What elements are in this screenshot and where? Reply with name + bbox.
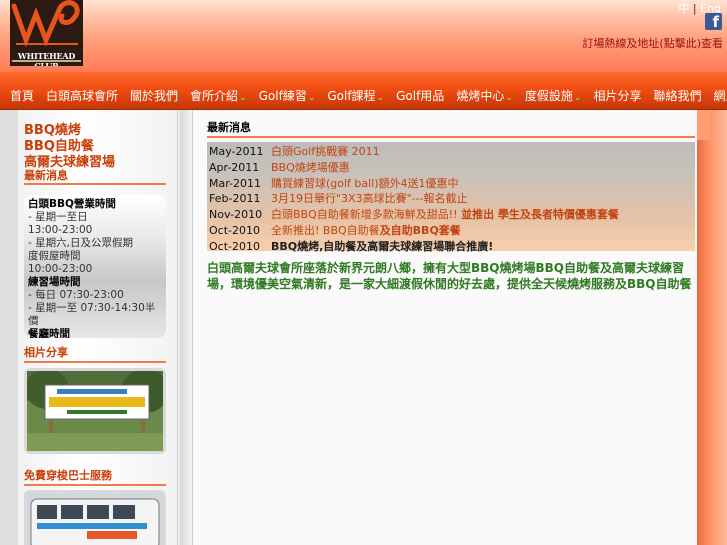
news-link[interactable]: 3月19日舉行"3X3高球比賽"---報名截止 — [271, 192, 468, 205]
club-photo[interactable] — [24, 368, 169, 454]
news-link[interactable]: 白頭Golf挑戰賽 2011 — [271, 145, 380, 158]
news-link[interactable]: BBQ燒烤,自助餐及高爾夫球練習場聯合推廣! — [271, 240, 493, 253]
nav-item-label: 聯絡我們 — [653, 89, 702, 103]
news-date: Apr-2011 — [209, 160, 260, 174]
intro-text: 白頭高爾夫球會所座落於新界元朗八鄉，擁有大型BBQ燒烤場BBQ自助餐及高爾夫球練… — [207, 261, 692, 291]
hours-subheading: 練習場時間 — [28, 276, 81, 288]
hours-line: - 星期一至日 — [28, 211, 88, 223]
divider — [24, 183, 166, 185]
main-content: 最新消息 May-2011 白頭Golf挑戰賽 2011 Apr-2011 BBQ燒烤… — [192, 110, 697, 545]
nav-item[interactable]: 白頭高球會所 — [46, 87, 118, 104]
header: WHITEHEAD CLUB 中 | Eng f 訂場熱線及地址(點擊此)查看 — [0, 0, 727, 72]
nav-item[interactable]: 關於我們 — [130, 87, 178, 104]
page-title: 最新消息 — [207, 121, 251, 134]
shuttle-bus-image — [27, 493, 163, 545]
news-list: May-2011 白頭Golf挑戰賽 2011 Apr-2011 BBQ燒烤場優惠 Ma… — [207, 142, 695, 253]
nav-item[interactable]: 網上預約 — [713, 87, 727, 104]
news-row[interactable]: Oct-2010 全新推出! BBQ自助餐及自助BBQ套餐 — [209, 223, 461, 239]
news-link[interactable]: 全新推出! BBQ自助餐 — [271, 224, 380, 237]
hours-line: 度假屋時間 — [28, 250, 81, 262]
shuttle-bus-heading[interactable]: 免費穿梭巴士服務 — [24, 467, 112, 483]
left-border — [0, 110, 18, 545]
main-nav: 首頁 白頭高球會所 關於我們 會所介紹⌄ Golf練習⌄ Golf課程⌄ Golf用品 燒烤中… — [0, 72, 727, 110]
nav-item[interactable]: 燒烤中心⌄ — [456, 87, 513, 104]
hours-line: - 每日 07:30-23:00 — [28, 289, 124, 301]
hotline-address-link[interactable]: 訂場熱線及地址(點擊此)查看 — [582, 35, 723, 51]
news-row[interactable]: Feb-2011 3月19日舉行"3X3高球比賽"---報名截止 — [209, 191, 468, 207]
nav-item[interactable]: 相片分享 — [593, 87, 641, 104]
news-link[interactable]: 購買練習球(golf ball)額外4送1優惠中 — [271, 177, 459, 190]
sidebar-news-heading: 最新消息 — [24, 169, 68, 182]
chevron-down-icon: ⌄ — [573, 93, 582, 103]
news-link-extra[interactable]: 並推出 學生及長者特價優惠套餐 — [461, 208, 619, 221]
logo-underline — [12, 60, 81, 62]
divider — [24, 361, 166, 363]
hours-line: - 星期一至 07:30-14:30半價 — [28, 302, 156, 327]
divider — [24, 484, 166, 486]
hours-line: - 星期六,日及公眾假期 — [28, 237, 133, 249]
news-date: Feb-2011 — [209, 192, 261, 206]
hours-lines: - 星期一至日 13:00-23:00- 星期六,日及公眾假期 度假屋時間 10:00… — [28, 211, 162, 338]
nav-item-label: 白頭高球會所 — [46, 89, 119, 103]
news-date: Oct-2010 — [209, 224, 260, 237]
logo-swoosh-icon — [11, 0, 80, 48]
nav-item-label: 相片分享 — [593, 89, 642, 103]
nav-item-label: 燒烤中心 — [456, 89, 505, 103]
nav-item-label: 會所介紹 — [190, 89, 239, 103]
hours-line: 13:00-23:00 — [28, 224, 93, 236]
nav-item[interactable]: 會所介紹⌄ — [190, 87, 247, 104]
nav-item-label: Golf課程 — [327, 89, 376, 103]
news-date: May-2011 — [209, 145, 264, 158]
facebook-icon[interactable]: f — [705, 13, 722, 31]
chevron-down-icon: ⌄ — [307, 93, 316, 103]
opening-hours-box: 白頭BBQ營業時間 - 星期一至日 13:00-23:00- 星期六,日及公眾假期… — [24, 195, 166, 338]
news-date: Nov-2010 — [209, 208, 263, 222]
nav-item-label: 首頁 — [10, 89, 35, 103]
nav-list: 首頁 白頭高球會所 關於我們 會所介紹⌄ Golf練習⌄ Golf課程⌄ Golf用品 燒烤中… — [10, 87, 727, 104]
nav-item-label: 關於我們 — [130, 89, 179, 103]
chevron-down-icon: ⌄ — [239, 93, 247, 103]
content-shadow — [180, 110, 192, 545]
right-border — [697, 110, 727, 545]
hours-line: 10:00-23:00 — [28, 263, 93, 275]
nav-item[interactable]: Golf練習⌄ — [259, 87, 316, 104]
nav-item[interactable]: Golf用品 — [396, 87, 444, 104]
news-date: Mar-2011 — [209, 176, 262, 190]
club-entrance-image — [25, 369, 169, 451]
lang-separator: | — [692, 2, 697, 15]
nav-item-label: Golf用品 — [396, 89, 445, 103]
news-link[interactable]: 白頭BBQ自助餐新增多款海鮮及甜品!! — [271, 208, 461, 221]
news-row[interactable]: Oct-2010 BBQ燒烤,自助餐及高爾夫球練習場聯合推廣! — [209, 239, 493, 255]
right-border-accent — [697, 110, 711, 140]
photo-share-heading[interactable]: 相片分享 — [24, 344, 68, 360]
chevron-down-icon: ⌄ — [505, 93, 513, 103]
nav-item[interactable]: 聯絡我們 — [653, 87, 701, 104]
news-row[interactable]: Apr-2011 BBQ燒烤場優惠 — [209, 160, 350, 176]
whitehead-club-logo[interactable]: WHITEHEAD CLUB — [10, 0, 83, 66]
news-row[interactable]: May-2011 白頭Golf挑戰賽 2011 — [209, 144, 380, 160]
hours-subheading: 餐廳時間 — [28, 328, 70, 338]
news-link-extra[interactable]: 及自助BBQ套餐 — [380, 224, 461, 237]
sidebar: BBQ燒烤 BBQ自助餐 高爾夫球練習場 最新消息 白頭BBQ營業時間 - 星期… — [18, 110, 178, 545]
news-row[interactable]: Nov-2010 白頭BBQ自助餐新增多款海鮮及甜品!! 並推出 學生及長者特價優… — [209, 207, 619, 223]
nav-item[interactable]: Golf課程⌄ — [327, 87, 384, 104]
nav-item-label: 度假設施 — [524, 89, 573, 103]
nav-item-label: Golf練習 — [258, 89, 307, 103]
nav-item-label: 網上預約 — [713, 89, 727, 103]
news-date: Oct-2010 — [209, 239, 260, 253]
nav-item[interactable]: 首頁 — [10, 87, 34, 104]
hours-title: 白頭BBQ營業時間 — [28, 198, 116, 210]
chevron-down-icon: ⌄ — [376, 93, 385, 103]
title-divider — [207, 136, 695, 138]
logo-text: WHITEHEAD CLUB — [17, 51, 76, 66]
lang-chinese-link[interactable]: 中 — [678, 2, 689, 15]
shuttle-bus-photo[interactable] — [24, 490, 166, 545]
nav-item[interactable]: 度假設施⌄ — [525, 87, 582, 104]
news-row[interactable]: Mar-2011 購買練習球(golf ball)額外4送1優惠中 — [209, 176, 459, 192]
news-link[interactable]: BBQ燒烤場優惠 — [271, 161, 350, 174]
